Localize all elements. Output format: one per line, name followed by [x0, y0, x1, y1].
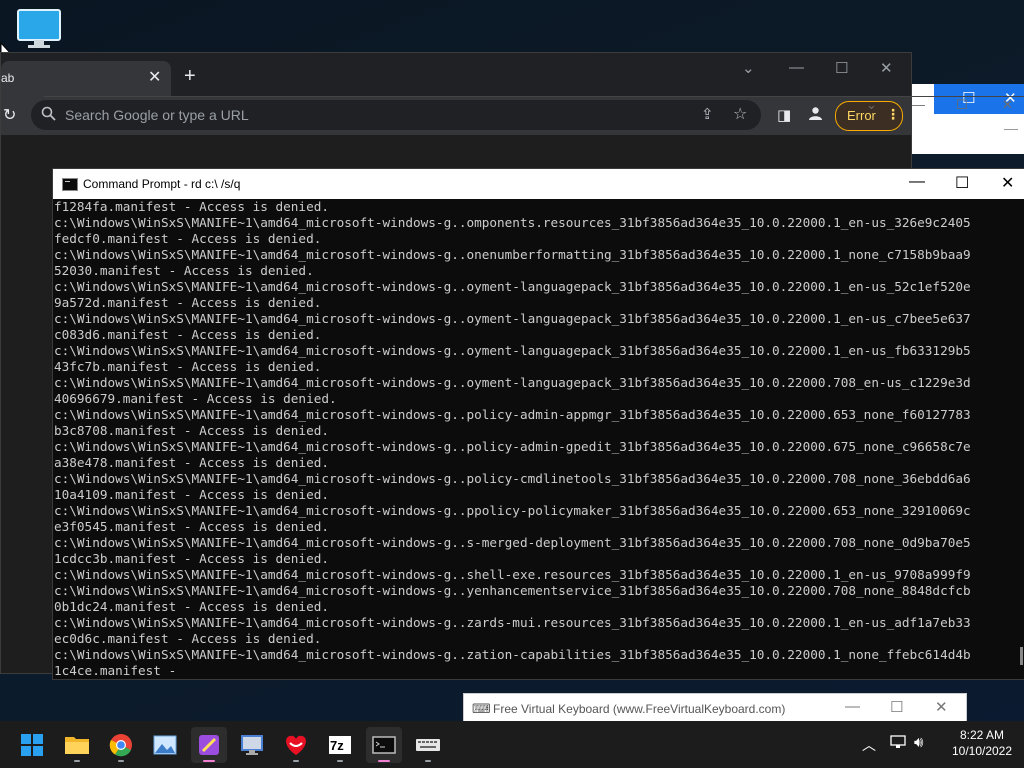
- taskbar-clock[interactable]: 8:22 AM 10/10/2022: [946, 727, 1018, 759]
- folder-icon: [65, 737, 89, 754]
- cmd-titlebar[interactable]: Command Prompt - rd c:\ /s/q — ☐ ✕: [53, 169, 1024, 199]
- scrollbar[interactable]: [1020, 647, 1023, 665]
- clock-time: 8:22 AM: [959, 728, 1005, 742]
- keyboard-icon: [416, 739, 440, 751]
- close-icon[interactable]: ✕: [935, 698, 948, 716]
- chevron-down-icon: ⌄: [866, 97, 877, 112]
- file-explorer-taskbar-button[interactable]: [59, 727, 95, 763]
- tab-title: ab: [1, 71, 15, 85]
- minimize-icon[interactable]: —: [909, 173, 925, 191]
- show-hidden-icons-chevron-icon[interactable]: ︿: [862, 735, 876, 755]
- photo-icon: [153, 735, 177, 755]
- app-taskbar-button[interactable]: [191, 727, 227, 763]
- monitor-icon: [241, 735, 263, 755]
- minimize-icon[interactable]: —: [845, 698, 860, 715]
- virtual-keyboard-title: Free Virtual Keyboard (www.FreeVirtualKe…: [493, 702, 786, 716]
- start-button[interactable]: [14, 727, 50, 763]
- tab-search-chevron-icon[interactable]: ⌄: [742, 59, 755, 77]
- background-window-edge: ⌄ — ☐ ✕: [44, 96, 1024, 127]
- this-pc-desktop-icon[interactable]: [14, 8, 64, 50]
- virtual-keyboard-window[interactable]: ⌨ Free Virtual Keyboard (www.FreeVirtual…: [463, 693, 967, 723]
- clock-date: 10/10/2022: [951, 744, 1013, 758]
- cmd-title: Command Prompt - rd c:\ /s/q: [83, 177, 241, 191]
- keyboard-icon: ⌨: [472, 701, 491, 716]
- 7zip-taskbar-button[interactable]: 7z: [322, 727, 358, 763]
- minimize-icon: [1004, 129, 1018, 130]
- volume-icon[interactable]: 🔊︎: [914, 734, 923, 751]
- cmd-icon: [62, 178, 78, 191]
- maximize-icon: ☐: [956, 97, 968, 112]
- terminal-icon: [372, 736, 396, 754]
- 7zip-label: 7z: [330, 738, 344, 753]
- close-icon: ✕: [1002, 97, 1013, 112]
- maximize-icon[interactable]: ☐: [835, 59, 848, 77]
- reload-icon[interactable]: ↻: [3, 105, 16, 125]
- photos-taskbar-button[interactable]: [147, 727, 183, 763]
- maximize-icon[interactable]: ☐: [890, 698, 903, 716]
- purple-app-icon: [199, 735, 219, 755]
- minimize-icon: —: [912, 97, 925, 112]
- windows-logo-icon: [21, 734, 43, 756]
- command-prompt-window[interactable]: Command Prompt - rd c:\ /s/q — ☐ ✕ f1284…: [52, 168, 1024, 680]
- red-app-icon: [286, 735, 306, 755]
- minimize-icon[interactable]: —: [789, 59, 804, 76]
- remote-desktop-taskbar-button[interactable]: [234, 727, 270, 763]
- command-prompt-taskbar-button[interactable]: [366, 727, 402, 763]
- network-icon[interactable]: [890, 735, 906, 752]
- maximize-icon[interactable]: ☐: [955, 173, 969, 193]
- close-icon[interactable]: ✕: [1001, 173, 1014, 193]
- chrome-icon: [109, 734, 132, 757]
- tab-close-icon[interactable]: ✕: [148, 67, 161, 87]
- red-app-taskbar-button[interactable]: [278, 727, 314, 763]
- close-icon[interactable]: ✕: [880, 59, 893, 77]
- chrome-taskbar-button[interactable]: [103, 727, 139, 763]
- new-tab-plus-icon[interactable]: +: [184, 66, 196, 86]
- console-output[interactable]: f1284fa.manifest - Access is denied. c:\…: [54, 199, 1016, 679]
- browser-tab[interactable]: ab ✕: [1, 61, 171, 97]
- keyboard-taskbar-button[interactable]: [410, 727, 446, 763]
